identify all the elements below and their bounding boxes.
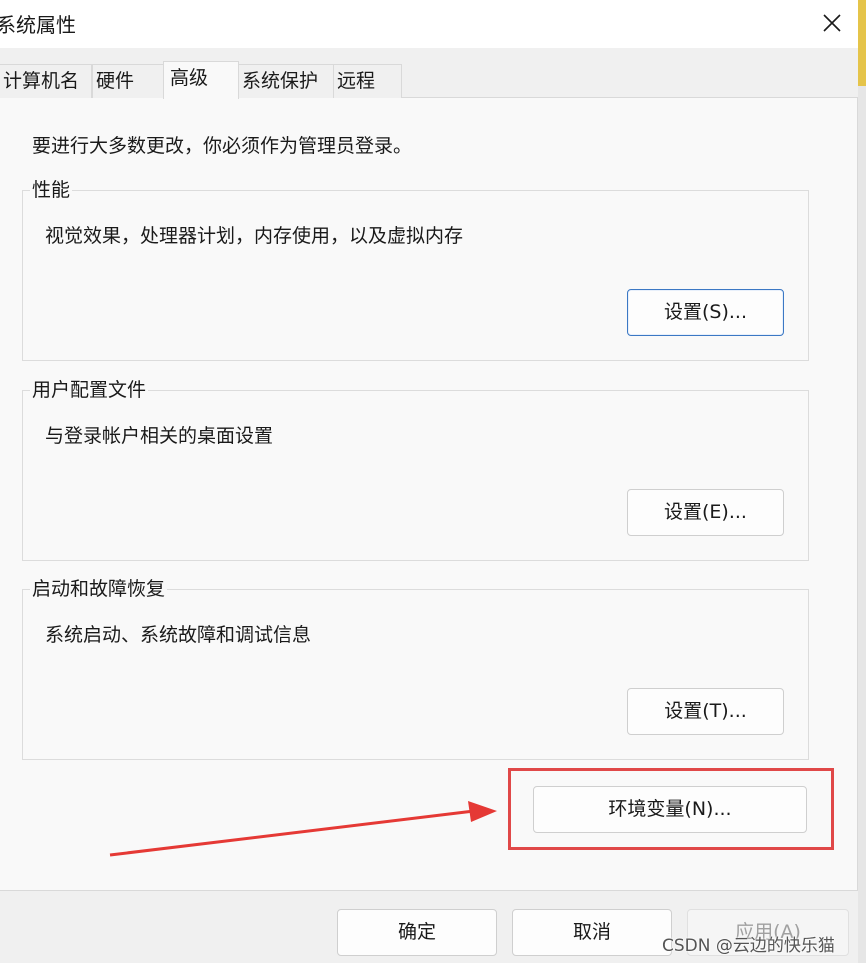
tab-advanced[interactable]: 高级 <box>163 61 239 99</box>
cancel-button[interactable]: 取消 <box>512 909 672 956</box>
ok-button[interactable]: 确定 <box>337 909 497 956</box>
annotation-arrow-icon <box>109 801 497 857</box>
watermark: CSDN @云边的快乐猫 <box>662 936 835 956</box>
